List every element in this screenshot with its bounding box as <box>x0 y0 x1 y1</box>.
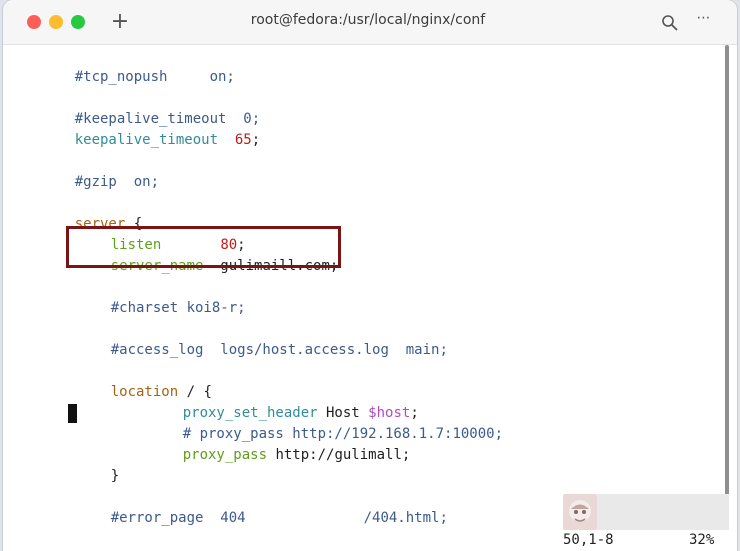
comment-text: #gzip on; <box>74 174 160 190</box>
vim-status-bar: 50,1-8 32% <box>3 530 737 551</box>
comment-text: #error_page 404 /404.html; <box>110 510 448 526</box>
code-line-1: #tcp_nopush on; <box>41 46 235 85</box>
vertical-scrollbar[interactable] <box>725 45 729 500</box>
window-title: root@fedora:/usr/local/nginx/conf <box>250 12 486 28</box>
highlight-annotation-box <box>66 226 341 268</box>
comment-text: #charset koi8-r; <box>110 300 246 316</box>
comment-text: #access_log logs/host.access.log main; <box>110 342 448 358</box>
code-line-4: #gzip on; <box>41 151 159 190</box>
spacing <box>218 132 235 148</box>
overlay-panel <box>597 494 729 530</box>
scroll-percent: 32% <box>689 532 715 548</box>
semicolon: ; <box>251 132 261 148</box>
directive-text: proxy_pass <box>182 447 268 463</box>
comment-text: #tcp_nopush on; <box>74 69 235 85</box>
code-line-8: #charset koi8-r; <box>77 277 246 316</box>
avatar <box>563 494 597 530</box>
maximize-window-button[interactable] <box>71 15 85 29</box>
search-icon[interactable] <box>661 14 679 32</box>
code-line-11: proxy_set_header Host $host; <box>149 382 419 421</box>
number-value: 65 <box>234 132 252 148</box>
terminal-window: + root@fedora:/usr/local/nginx/conf ⋯ #t… <box>3 0 737 551</box>
code-line-9: #access_log logs/host.access.log main; <box>77 319 448 358</box>
value-text: http://gulimall; <box>267 447 411 463</box>
minimize-window-button[interactable] <box>49 15 63 29</box>
code-line-13: proxy_pass http://gulimall; <box>149 424 411 463</box>
close-window-button[interactable] <box>27 15 41 29</box>
brace-text: } <box>110 468 120 484</box>
new-tab-button[interactable]: + <box>108 9 132 35</box>
title-bar: + root@fedora:/usr/local/nginx/conf ⋯ <box>3 0 737 45</box>
text-cursor <box>68 404 77 423</box>
code-line-14: } <box>77 445 119 484</box>
code-line-10: location / { <box>77 361 212 400</box>
code-line-3: keepalive_timeout 65; <box>41 109 260 148</box>
cursor-position: 50,1-8 <box>563 532 614 548</box>
more-options-icon[interactable]: ⋯ <box>693 10 715 30</box>
code-line-5: server { <box>41 193 142 232</box>
code-line-2: #keepalive_timeout 0; <box>41 88 260 127</box>
code-line-15: #error_page 404 /404.html; <box>77 487 448 526</box>
code-line-12: # proxy_pass http://192.168.1.7:10000; <box>149 403 503 442</box>
keyword-text: keepalive_timeout <box>74 132 219 148</box>
